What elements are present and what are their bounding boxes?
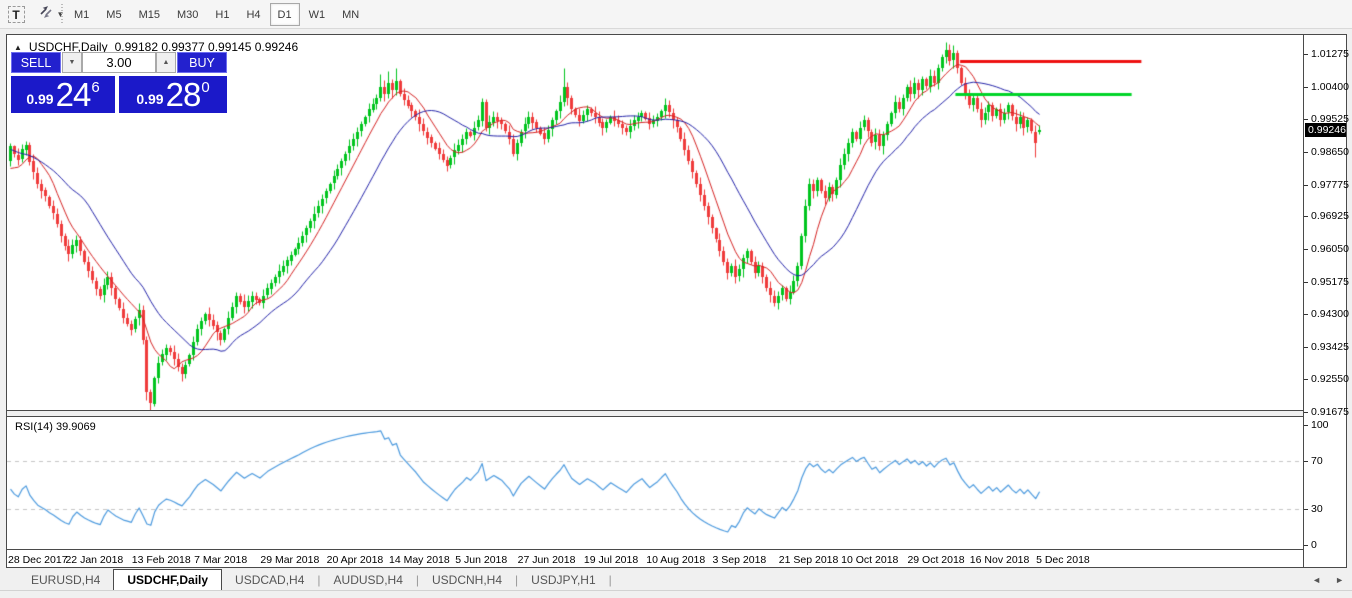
sell-price-panel[interactable]: 0.99 24 6: [11, 76, 115, 113]
status-bar: [0, 590, 1352, 598]
price-tick-mark: [1304, 314, 1308, 315]
date-tick-label: 7 Mar 2018: [194, 554, 247, 566]
price-tick-label: 0.97775: [1311, 179, 1349, 191]
tab-audusd-h4[interactable]: AUDUSD,H4: [321, 569, 416, 590]
date-tick-label: 13 Feb 2018: [132, 554, 191, 566]
date-tick-label: 22 Jan 2018: [65, 554, 123, 566]
price-tick-label: 1.00400: [1311, 81, 1349, 93]
price-chart-panel: ▲ USDCHF,Daily 0.99182 0.99377 0.99145 0…: [7, 35, 1303, 410]
lot-decrease-button[interactable]: ▼: [62, 52, 82, 73]
timeframe-button-w1[interactable]: W1: [301, 3, 334, 26]
date-tick-label: 19 Jul 2018: [584, 554, 638, 566]
timeframe-button-h4[interactable]: H4: [238, 3, 268, 26]
rsi-tick-mark: [1304, 545, 1308, 546]
buy-button[interactable]: BUY: [177, 52, 227, 73]
timeframe-bar: M1M5M15M30H1H4D1W1MN: [66, 3, 368, 26]
sell-price-prefix: 0.99: [26, 91, 53, 107]
date-tick-label: 16 Nov 2018: [970, 554, 1030, 566]
date-tick-label: 10 Oct 2018: [841, 554, 898, 566]
chart-window: ▲ USDCHF,Daily 0.99182 0.99377 0.99145 0…: [6, 34, 1347, 568]
price-tick-label: 0.92550: [1311, 373, 1349, 385]
lot-size-input[interactable]: [82, 52, 156, 73]
price-tick-mark: [1304, 347, 1308, 348]
chart-tab-bar: EURUSD,H4USDCHF,DailyUSDCAD,H4 | AUDUSD,H4…: [0, 569, 1352, 590]
date-axis[interactable]: 28 Dec 201722 Jan 2018 13 Feb 20187 Mar 2…: [7, 551, 1303, 567]
price-tick-mark: [1304, 87, 1308, 88]
date-tick-label: 3 Sep 2018: [713, 554, 767, 566]
timeframe-button-m1[interactable]: M1: [66, 3, 97, 26]
rsi-tick-mark: [1304, 425, 1308, 426]
tab-usdjpy-h1[interactable]: USDJPY,H1: [518, 569, 608, 590]
timeframe-button-d1[interactable]: D1: [270, 3, 300, 26]
rsi-tick-label: 0: [1311, 539, 1317, 551]
price-tick-mark: [1304, 152, 1308, 153]
price-tick-label: 0.94300: [1311, 308, 1349, 320]
rsi-tick-mark: [1304, 509, 1308, 510]
toolbar-grip: [59, 4, 64, 25]
price-tick-mark: [1304, 282, 1308, 283]
price-tick-label: 0.95175: [1311, 276, 1349, 288]
price-tick-label: 0.99525: [1311, 113, 1349, 125]
cursor-arrows-icon: [38, 4, 54, 25]
tab-usdcnh-h4[interactable]: USDCNH,H4: [419, 569, 515, 590]
price-tick-mark: [1304, 119, 1308, 120]
price-tick-label: 1.01275: [1311, 48, 1349, 60]
price-tick-mark: [1304, 379, 1308, 380]
lot-increase-button[interactable]: ▲: [156, 52, 176, 73]
timeframe-button-m30[interactable]: M30: [169, 3, 206, 26]
date-tick-label: 28 Dec 2017: [8, 554, 68, 566]
price-tick-label: 0.98650: [1311, 146, 1349, 158]
timeframe-button-m5[interactable]: M5: [98, 3, 129, 26]
text-tool-button[interactable]: T: [4, 3, 28, 26]
buy-price-big: 28: [166, 80, 201, 110]
date-tick-label: 5 Dec 2018: [1036, 554, 1090, 566]
tab-eurusd-h4[interactable]: EURUSD,H4: [18, 569, 113, 590]
tab-separator: |: [609, 569, 612, 590]
date-tick-label: 14 May 2018: [389, 554, 450, 566]
rsi-panel: RSI(14) 39.9069: [7, 417, 1303, 550]
tab-scroll-right-icon[interactable]: ►: [1335, 575, 1344, 585]
tab-scroll-arrows: ◄ ►: [1312, 569, 1344, 590]
date-tick-label: 21 Sep 2018: [779, 554, 839, 566]
sell-price-pip: 6: [91, 79, 99, 96]
price-axis[interactable]: 0.99246 1.012751.004000.995250.986500.97…: [1303, 35, 1346, 567]
date-tick-label: 10 Aug 2018: [646, 554, 705, 566]
panel-splitter[interactable]: [7, 410, 1303, 417]
top-toolbar: T ▼ M1M5M15M30H1H4D1W1MN: [0, 0, 1352, 29]
price-tick-mark: [1304, 216, 1308, 217]
buy-price-prefix: 0.99: [136, 91, 163, 107]
price-tick-label: 0.96925: [1311, 210, 1349, 222]
text-tool-icon: T: [8, 6, 25, 23]
price-tick-mark: [1304, 54, 1308, 55]
price-tick-mark: [1304, 412, 1308, 413]
date-tick-label: 5 Jun 2018: [455, 554, 507, 566]
tab-scroll-left-icon[interactable]: ◄: [1312, 575, 1321, 585]
price-tick-label: 0.96050: [1311, 243, 1349, 255]
collapse-arrow-icon[interactable]: ▲: [14, 43, 22, 52]
timeframe-button-h1[interactable]: H1: [207, 3, 237, 26]
price-tick-mark: [1304, 185, 1308, 186]
price-tick-mark: [1304, 249, 1308, 250]
date-tick-label: 20 Apr 2018: [327, 554, 384, 566]
timeframe-button-m15[interactable]: M15: [131, 3, 168, 26]
sell-button[interactable]: SELL: [11, 52, 61, 73]
price-tick-label: 0.91675: [1311, 406, 1349, 418]
buy-price-panel[interactable]: 0.99 28 0: [119, 76, 227, 113]
rsi-indicator-label: RSI(14) 39.9069: [15, 421, 96, 433]
price-tick-label: 0.93425: [1311, 341, 1349, 353]
date-tick-label: 29 Mar 2018: [260, 554, 319, 566]
rsi-tick-mark: [1304, 461, 1308, 462]
tab-usdchf-daily[interactable]: USDCHF,Daily: [113, 569, 222, 590]
rsi-tick-label: 30: [1311, 503, 1323, 515]
rsi-tick-label: 70: [1311, 455, 1323, 467]
sell-price-big: 24: [56, 80, 91, 110]
rsi-canvas[interactable]: [7, 417, 1303, 550]
cursor-arrows-button[interactable]: ▼: [32, 3, 70, 26]
date-tick-label: 27 Jun 2018: [518, 554, 576, 566]
rsi-tick-label: 100: [1311, 419, 1329, 431]
date-tick-label: 29 Oct 2018: [907, 554, 964, 566]
timeframe-button-mn[interactable]: MN: [334, 3, 367, 26]
buy-price-pip: 0: [201, 79, 209, 96]
tab-usdcad-h4[interactable]: USDCAD,H4: [222, 569, 317, 590]
